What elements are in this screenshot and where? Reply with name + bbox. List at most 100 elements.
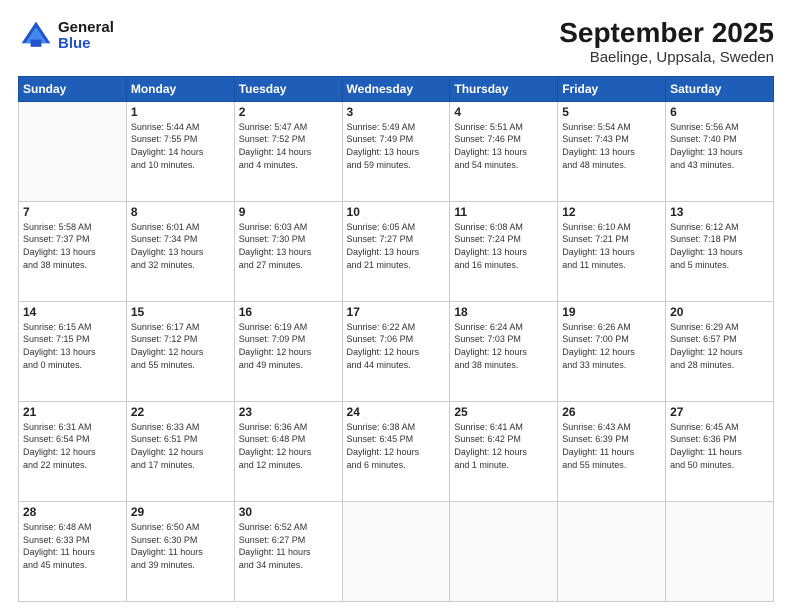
day-number: 21 <box>23 405 122 419</box>
calendar-cell: 24Sunrise: 6:38 AM Sunset: 6:45 PM Dayli… <box>342 401 450 501</box>
calendar-cell: 30 Sunrise: 6:52 AM Sunset: 6:27 PM Dayli… <box>234 501 342 601</box>
calendar-cell: 19Sunrise: 6:26 AM Sunset: 7:00 PM Dayli… <box>558 301 666 401</box>
calendar-cell: 6 Sunrise: 5:56 AM Sunset: 7:40 PM Daylig… <box>666 101 774 201</box>
day-info: Sunrise: 6:50 AM Sunset: 6:30 PM Dayligh… <box>131 521 230 571</box>
day-info: Sunrise: 5:44 AM Sunset: 7:55 PM Dayligh… <box>131 121 230 171</box>
day-number: 26 <box>562 405 661 419</box>
calendar-week-5: 28 Sunrise: 6:48 AM Sunset: 6:33 PM Dayli… <box>19 501 774 601</box>
day-info: Sunrise: 6:10 AM Sunset: 7:21 PM Dayligh… <box>562 221 661 271</box>
day-number: 22 <box>131 405 230 419</box>
calendar-cell: 20Sunrise: 6:29 AM Sunset: 6:57 PM Dayli… <box>666 301 774 401</box>
day-number: 14 <box>23 305 122 319</box>
day-info: Sunrise: 6:03 AM Sunset: 7:30 PM Dayligh… <box>239 221 338 271</box>
day-info: Sunrise: 5:51 AM Sunset: 7:46 PM Dayligh… <box>454 121 553 171</box>
day-number: 12 <box>562 205 661 219</box>
day-number: 1 <box>131 105 230 119</box>
page: General Blue September 2025 Baelinge, Up… <box>0 0 792 612</box>
calendar-cell: 14 Sunrise: 6:15 AM Sunset: 7:15 PM Dayli… <box>19 301 127 401</box>
day-number: 28 <box>23 505 122 519</box>
title-block: September 2025 Baelinge, Uppsala, Sweden <box>559 18 774 66</box>
calendar-cell: 7Sunrise: 5:58 AM Sunset: 7:37 PM Daylig… <box>19 201 127 301</box>
day-info: Sunrise: 6:19 AM Sunset: 7:09 PM Dayligh… <box>239 321 338 371</box>
calendar-week-1: 1 Sunrise: 5:44 AM Sunset: 7:55 PM Daylig… <box>19 101 774 201</box>
day-info: Sunrise: 6:17 AM Sunset: 7:12 PM Dayligh… <box>131 321 230 371</box>
logo-text: General Blue <box>58 20 114 53</box>
day-number: 11 <box>454 205 553 219</box>
calendar-cell <box>666 501 774 601</box>
day-number: 29 <box>131 505 230 519</box>
calendar-cell: 27 Sunrise: 6:45 AM Sunset: 6:36 PM Dayli… <box>666 401 774 501</box>
day-info: Sunrise: 6:15 AM Sunset: 7:15 PM Dayligh… <box>23 321 122 371</box>
day-info: Sunrise: 5:54 AM Sunset: 7:43 PM Dayligh… <box>562 121 661 171</box>
day-number: 5 <box>562 105 661 119</box>
calendar-week-3: 14 Sunrise: 6:15 AM Sunset: 7:15 PM Dayli… <box>19 301 774 401</box>
calendar-cell: 16Sunrise: 6:19 AM Sunset: 7:09 PM Dayli… <box>234 301 342 401</box>
day-number: 20 <box>670 305 769 319</box>
calendar-cell: 23 Sunrise: 6:36 AM Sunset: 6:48 PM Dayli… <box>234 401 342 501</box>
calendar-cell: 1 Sunrise: 5:44 AM Sunset: 7:55 PM Daylig… <box>126 101 234 201</box>
calendar-cell: 28 Sunrise: 6:48 AM Sunset: 6:33 PM Dayli… <box>19 501 127 601</box>
day-number: 2 <box>239 105 338 119</box>
calendar-header-tuesday: Tuesday <box>234 76 342 101</box>
day-number: 23 <box>239 405 338 419</box>
day-number: 6 <box>670 105 769 119</box>
day-number: 17 <box>347 305 446 319</box>
day-info: Sunrise: 6:52 AM Sunset: 6:27 PM Dayligh… <box>239 521 338 571</box>
calendar-header-saturday: Saturday <box>666 76 774 101</box>
calendar-header-wednesday: Wednesday <box>342 76 450 101</box>
day-number: 24 <box>347 405 446 419</box>
logo: General Blue <box>18 18 114 54</box>
day-info: Sunrise: 6:05 AM Sunset: 7:27 PM Dayligh… <box>347 221 446 271</box>
calendar-week-2: 7Sunrise: 5:58 AM Sunset: 7:37 PM Daylig… <box>19 201 774 301</box>
day-number: 30 <box>239 505 338 519</box>
day-number: 18 <box>454 305 553 319</box>
day-info: Sunrise: 5:49 AM Sunset: 7:49 PM Dayligh… <box>347 121 446 171</box>
day-info: Sunrise: 6:43 AM Sunset: 6:39 PM Dayligh… <box>562 421 661 471</box>
calendar-cell: 21 Sunrise: 6:31 AM Sunset: 6:54 PM Dayli… <box>19 401 127 501</box>
calendar-cell: 18 Sunrise: 6:24 AM Sunset: 7:03 PM Dayli… <box>450 301 558 401</box>
day-number: 27 <box>670 405 769 419</box>
calendar-title: September 2025 <box>559 18 774 49</box>
day-info: Sunrise: 6:36 AM Sunset: 6:48 PM Dayligh… <box>239 421 338 471</box>
calendar-cell: 11 Sunrise: 6:08 AM Sunset: 7:24 PM Dayli… <box>450 201 558 301</box>
day-number: 4 <box>454 105 553 119</box>
calendar-subtitle: Baelinge, Uppsala, Sweden <box>559 49 774 66</box>
day-number: 19 <box>562 305 661 319</box>
day-info: Sunrise: 6:33 AM Sunset: 6:51 PM Dayligh… <box>131 421 230 471</box>
logo-line2: Blue <box>58 36 114 53</box>
calendar-cell <box>342 501 450 601</box>
calendar-header-friday: Friday <box>558 76 666 101</box>
calendar-header-sunday: Sunday <box>19 76 127 101</box>
day-info: Sunrise: 5:58 AM Sunset: 7:37 PM Dayligh… <box>23 221 122 271</box>
day-info: Sunrise: 6:48 AM Sunset: 6:33 PM Dayligh… <box>23 521 122 571</box>
calendar-cell: 9Sunrise: 6:03 AM Sunset: 7:30 PM Daylig… <box>234 201 342 301</box>
calendar-cell: 29 Sunrise: 6:50 AM Sunset: 6:30 PM Dayli… <box>126 501 234 601</box>
day-info: Sunrise: 6:31 AM Sunset: 6:54 PM Dayligh… <box>23 421 122 471</box>
day-info: Sunrise: 5:47 AM Sunset: 7:52 PM Dayligh… <box>239 121 338 171</box>
calendar-cell: 26 Sunrise: 6:43 AM Sunset: 6:39 PM Dayli… <box>558 401 666 501</box>
calendar-header-row: SundayMondayTuesdayWednesdayThursdayFrid… <box>19 76 774 101</box>
calendar-cell: 13Sunrise: 6:12 AM Sunset: 7:18 PM Dayli… <box>666 201 774 301</box>
calendar-cell: 8Sunrise: 6:01 AM Sunset: 7:34 PM Daylig… <box>126 201 234 301</box>
calendar-cell <box>19 101 127 201</box>
calendar-cell: 25 Sunrise: 6:41 AM Sunset: 6:42 PM Dayli… <box>450 401 558 501</box>
day-info: Sunrise: 6:12 AM Sunset: 7:18 PM Dayligh… <box>670 221 769 271</box>
calendar-cell: 17 Sunrise: 6:22 AM Sunset: 7:06 PM Dayli… <box>342 301 450 401</box>
day-info: Sunrise: 5:56 AM Sunset: 7:40 PM Dayligh… <box>670 121 769 171</box>
day-info: Sunrise: 6:45 AM Sunset: 6:36 PM Dayligh… <box>670 421 769 471</box>
day-info: Sunrise: 6:41 AM Sunset: 6:42 PM Dayligh… <box>454 421 553 471</box>
day-info: Sunrise: 6:08 AM Sunset: 7:24 PM Dayligh… <box>454 221 553 271</box>
calendar-cell: 12 Sunrise: 6:10 AM Sunset: 7:21 PM Dayli… <box>558 201 666 301</box>
day-number: 15 <box>131 305 230 319</box>
day-number: 10 <box>347 205 446 219</box>
day-info: Sunrise: 6:22 AM Sunset: 7:06 PM Dayligh… <box>347 321 446 371</box>
calendar-table: SundayMondayTuesdayWednesdayThursdayFrid… <box>18 76 774 602</box>
day-info: Sunrise: 6:01 AM Sunset: 7:34 PM Dayligh… <box>131 221 230 271</box>
logo-icon <box>18 18 54 54</box>
calendar-cell: 10 Sunrise: 6:05 AM Sunset: 7:27 PM Dayli… <box>342 201 450 301</box>
calendar-cell: 2 Sunrise: 5:47 AM Sunset: 7:52 PM Daylig… <box>234 101 342 201</box>
day-info: Sunrise: 6:24 AM Sunset: 7:03 PM Dayligh… <box>454 321 553 371</box>
day-number: 25 <box>454 405 553 419</box>
calendar-cell <box>558 501 666 601</box>
day-number: 3 <box>347 105 446 119</box>
